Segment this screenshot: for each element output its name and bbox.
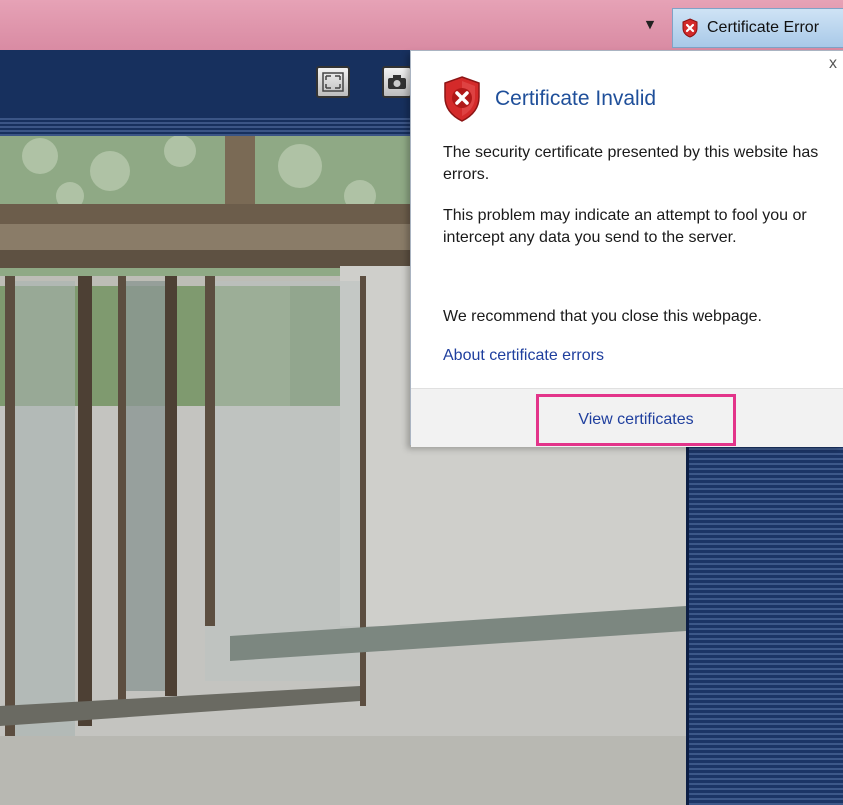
dropdown-arrow-icon[interactable]: ▼ (640, 16, 660, 34)
close-icon[interactable]: x (829, 55, 837, 73)
camera-icon (388, 75, 406, 89)
popup-title: Certificate Invalid (495, 87, 657, 110)
popup-paragraph: This problem may indicate an attempt to … (443, 207, 807, 246)
certificate-error-button[interactable]: Certificate Error (672, 8, 843, 48)
fullscreen-icon (322, 72, 344, 92)
shield-error-icon (444, 76, 480, 122)
popup-footer: View certificates (411, 388, 843, 447)
about-certificate-errors-link[interactable]: About certificate errors (443, 347, 604, 365)
certificate-popup: x Certificate Invalid The security certi… (410, 50, 843, 447)
address-bar: ▼ Certificate Error (0, 0, 843, 51)
certificate-error-label: Certificate Error (707, 19, 820, 36)
fullscreen-button[interactable] (316, 66, 350, 98)
shield-error-icon (682, 18, 698, 38)
popup-paragraph: We recommend that you close this webpage… (443, 308, 762, 325)
side-panel (686, 445, 843, 805)
snapshot-button[interactable] (382, 66, 412, 98)
popup-header: Certificate Invalid (441, 75, 656, 123)
popup-paragraph: The security certificate presented by th… (443, 144, 819, 183)
view-certificates-button[interactable]: View certificates (536, 394, 736, 446)
